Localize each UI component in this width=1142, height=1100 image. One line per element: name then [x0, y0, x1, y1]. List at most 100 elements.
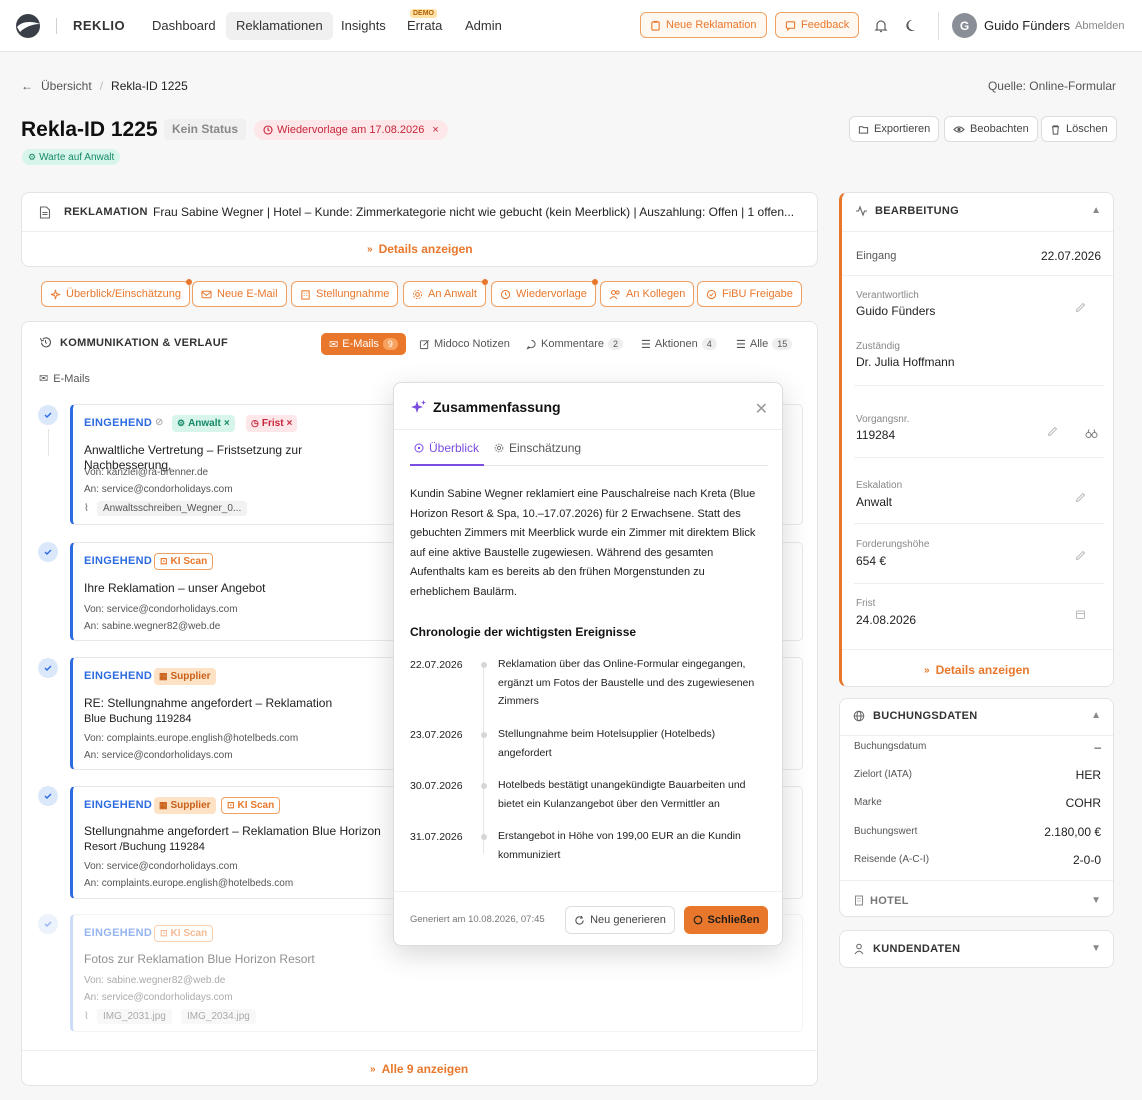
back-arrow-icon[interactable]: ← — [21, 79, 33, 93]
chevron-down-icon[interactable]: ▼ — [1091, 943, 1101, 954]
tab-actions-count: 4 — [701, 338, 717, 350]
chronology-dot — [481, 834, 487, 840]
list-icon: ☰ — [641, 338, 651, 351]
nav-dashboard[interactable]: Dashboard — [142, 12, 226, 40]
overview-action-button[interactable]: Überblick/Einschätzung — [41, 279, 192, 307]
tab-assessment[interactable]: Einschätzung — [494, 441, 581, 455]
processing-details-link[interactable]: » Details anzeigen — [924, 663, 1030, 677]
breadcrumb-current: Rekla-ID 1225 — [111, 79, 188, 93]
email-subject: Stellungnahme angefordert – Reklamation … — [84, 824, 381, 838]
tab-emails-count: 9 — [382, 338, 398, 350]
chevron-up-icon[interactable]: ▲ — [1091, 710, 1101, 721]
chevron-up-icon[interactable]: ▲ — [1091, 205, 1101, 216]
pencil-icon[interactable] — [1075, 550, 1086, 561]
gear-icon — [494, 443, 504, 453]
hotel-section-title[interactable]: HOTEL — [870, 895, 909, 907]
email-from: Von: sabine.wegner82@web.de — [84, 975, 226, 986]
colleague-action-button[interactable]: An Kollegen — [600, 281, 695, 307]
email-to: An: complaints.europe.english@hotelbeds.… — [84, 878, 294, 889]
panel-divider — [854, 583, 1104, 584]
nav-admin[interactable]: Admin — [455, 12, 512, 40]
email-attachment[interactable]: Anwaltsschreiben_Wegner_0... — [97, 501, 248, 516]
binoculars-icon[interactable] — [1085, 428, 1098, 439]
tab-emails[interactable]: ✉ E-Mails 9 — [321, 333, 406, 355]
tab-midoco[interactable]: Midoco Notizen — [411, 333, 518, 355]
reklio-logo-icon[interactable] — [14, 12, 42, 40]
nav-reklamationen[interactable]: Reklamationen — [226, 12, 333, 40]
tab-all[interactable]: ☰ Alle 15 — [728, 333, 800, 355]
breadcrumb: ← Übersicht / Rekla-ID 1225 — [21, 79, 188, 93]
email-attachment[interactable]: IMG_2031.jpg — [97, 1009, 172, 1024]
regenerate-button[interactable]: Neu generieren — [565, 906, 675, 934]
email-from: Von: service@condorholidays.com — [84, 861, 238, 872]
message-icon — [785, 20, 796, 31]
generated-timestamp: Generiert am 10.08.2026, 07:45 — [410, 914, 545, 925]
email-tag-ki-scan: ⊡ KI Scan — [154, 553, 214, 570]
scan-icon: ⊡ — [160, 556, 168, 566]
email-from: Von: complaints.europe.english@hotelbeds… — [84, 733, 299, 744]
breadcrumb-back[interactable]: Übersicht — [41, 79, 92, 93]
export-label: Exportieren — [874, 123, 931, 135]
panel-divider — [842, 649, 1113, 650]
tab-comments[interactable]: Kommentare 2 — [518, 333, 631, 355]
email-direction: EINGEHEND — [84, 670, 153, 682]
brand-label: Marke — [854, 797, 882, 808]
nav-insights[interactable]: Insights — [331, 12, 396, 40]
demo-badge: DEMO — [410, 9, 437, 18]
chevron-down-icon[interactable]: ▼ — [1091, 895, 1101, 906]
remove-tag-icon[interactable]: × — [287, 418, 293, 429]
email-to: An: sabine.wegner82@web.de — [84, 621, 221, 632]
email-subject: Ihre Reklamation – unser Angebot — [84, 581, 266, 595]
watch-button[interactable]: Beobachten — [944, 116, 1038, 142]
email-tag-label: KI Scan — [170, 928, 208, 939]
moon-icon[interactable] — [903, 17, 921, 35]
status-badge[interactable]: Kein Status — [164, 119, 247, 140]
reklamation-details-link[interactable]: » Details anzeigen — [367, 242, 473, 256]
tab-all-count: 15 — [772, 338, 793, 350]
remove-wiedervorlage-icon[interactable]: × — [432, 124, 438, 136]
edit-icon — [419, 339, 429, 349]
remove-tag-icon[interactable]: × — [224, 418, 230, 429]
received-value: 22.07.2026 — [1040, 249, 1101, 263]
avatar[interactable]: G — [952, 13, 977, 38]
close-button[interactable]: Schließen — [684, 906, 768, 934]
users-icon — [609, 289, 620, 299]
info-icon — [414, 443, 424, 453]
notification-dot — [591, 279, 598, 285]
fibu-action-button[interactable]: FiBU Freigabe — [697, 281, 802, 307]
export-button[interactable]: Exportieren — [849, 116, 940, 142]
new-email-action-button[interactable]: Neue E-Mail — [192, 281, 287, 307]
statement-action-button[interactable]: Stellungnahme — [291, 281, 399, 307]
pencil-icon[interactable] — [1075, 302, 1086, 313]
show-all-emails-link[interactable]: » Alle 9 anzeigen — [370, 1062, 468, 1076]
calendar-icon[interactable] — [1075, 609, 1086, 620]
booking-date-label: Buchungsdatum — [854, 741, 927, 752]
new-reklamation-button[interactable]: Neue Reklamation — [640, 12, 767, 38]
close-label: Schließen — [707, 914, 760, 926]
email-tag-supplier: ▦ Supplier — [154, 668, 216, 685]
followup-action-label: Wiedervorlage — [516, 288, 587, 300]
sparkle-icon — [50, 289, 61, 299]
scan-icon: ⊡ — [227, 800, 235, 810]
close-icon[interactable]: ✕ — [755, 399, 768, 419]
lawyer-action-button[interactable]: An Anwalt — [403, 279, 488, 307]
bell-icon[interactable] — [872, 17, 890, 35]
mail-icon — [201, 290, 212, 298]
logout-link[interactable]: Abmelden — [1075, 20, 1125, 32]
colleague-action-label: An Kollegen — [626, 288, 686, 300]
wiedervorlage-text: Wiedervorlage am 17.08.2026 — [277, 124, 425, 136]
page-title: Rekla-ID 1225 — [21, 118, 158, 141]
reklamation-card: REKLAMATION Frau Sabine Wegner | Hotel –… — [21, 192, 818, 267]
customer-panel[interactable]: KUNDENDATEN ▼ — [839, 930, 1114, 968]
pencil-icon[interactable] — [1075, 492, 1086, 503]
chronology-line — [483, 668, 484, 854]
tab-actions[interactable]: ☰ Aktionen 4 — [633, 333, 725, 355]
tab-overview[interactable]: Überblick — [414, 441, 479, 455]
email-attachment[interactable]: IMG_2034.jpg — [181, 1009, 256, 1024]
travelers-label: Reisende (A-C-I) — [854, 854, 930, 865]
booking-title: BUCHUNGSDATEN — [873, 710, 978, 722]
followup-action-button[interactable]: Wiedervorlage — [491, 279, 598, 307]
delete-button[interactable]: Löschen — [1041, 116, 1117, 142]
pencil-icon[interactable] — [1047, 426, 1058, 437]
feedback-button[interactable]: Feedback — [775, 12, 860, 38]
